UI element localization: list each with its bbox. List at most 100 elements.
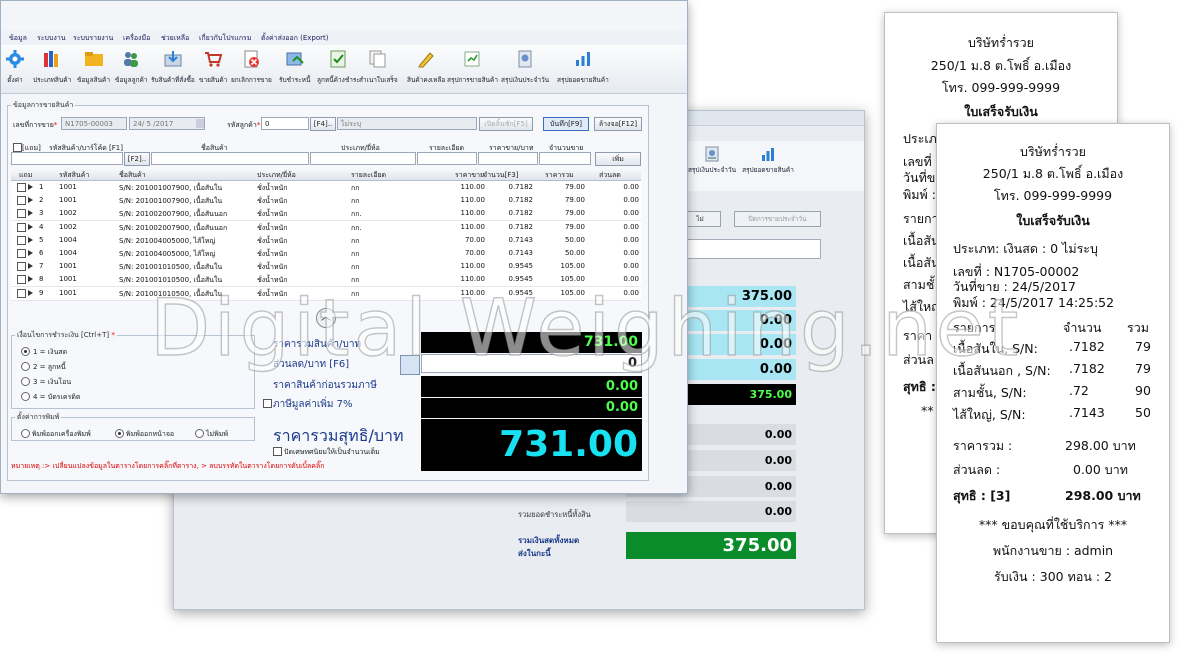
table-row[interactable]: 7 1001 S/N: 201001010500, เนื้อสันใน ชั่งน้…	[11, 260, 641, 275]
receipt-back-line: สุทธิ :	[903, 379, 936, 394]
row-freebie-checkbox[interactable]	[17, 288, 26, 298]
table-row[interactable]: 2 1001 S/N: 201001007900, เนื้อสันใน ชั่งน้…	[11, 194, 641, 209]
receipt-item-total: 90	[1135, 383, 1151, 398]
toolbar-sell[interactable]: ขายสินค้า	[199, 49, 227, 85]
customer-label: รหัสลูกค้า*	[227, 121, 261, 129]
cell-total: 79.00	[564, 209, 585, 218]
back-input[interactable]	[679, 239, 821, 259]
toolbar-receive-payment[interactable]: รับชำระหนี้	[279, 49, 310, 85]
col-qty: จำนวน[F3]	[483, 171, 519, 179]
payment-transfer-radio[interactable]	[21, 377, 30, 386]
toolbar-daily-cash[interactable]: สรุปเงินประจำวัน	[684, 145, 740, 174]
customer-lookup-button[interactable]: [F4]..	[310, 117, 336, 131]
row-freebie-checkbox[interactable]	[17, 222, 26, 232]
print-screen-radio[interactable]	[115, 429, 124, 438]
date-field[interactable]: 24/ 5 /2017	[129, 117, 205, 130]
barcode-input[interactable]	[11, 152, 123, 165]
row-freebie-checkbox[interactable]	[17, 235, 26, 245]
table-row[interactable]: 6 1004 S/N: 201004005000, ไส้ใหญ่ ชั่งน้ำหน…	[11, 247, 641, 261]
cell-code: 1001	[59, 196, 77, 205]
folder-icon	[84, 52, 103, 66]
row-freebie-checkbox[interactable]	[17, 275, 26, 285]
receipt-discount-value: 0.00 บาท	[1073, 462, 1128, 477]
open-drawer-button[interactable]: เปิดลิ้นชัก[F5]	[479, 117, 533, 131]
col-name: ชื่อสินค้า	[119, 171, 146, 179]
cell-name: S/N: 201001010500, เนื้อสันใน	[119, 263, 223, 272]
menu-data[interactable]: ข้อมูล	[9, 33, 27, 44]
cell-n: 1	[39, 183, 44, 191]
menu-about[interactable]: เกี่ยวกับโปรแกรม	[199, 33, 251, 44]
cell-disc: 0.00	[623, 222, 639, 231]
toolbar-label: สรุปเงินประจำวัน	[687, 166, 737, 174]
col-discount: ส่วนลด	[599, 171, 621, 179]
receipt-items-header-qty: จำนวน	[1063, 320, 1102, 335]
vat-checkbox[interactable]	[263, 399, 272, 408]
customer-field[interactable]: 0	[261, 117, 309, 130]
toolbar-product-data[interactable]: ข้อมูลสินค้า	[77, 49, 110, 85]
cell-qty: 0.7143	[508, 249, 534, 257]
toolbar-debtors[interactable]: ลูกหนี้ค้างชำระ	[317, 49, 360, 85]
freebie-checkbox[interactable]	[13, 143, 22, 152]
print-none-radio[interactable]	[195, 429, 204, 438]
cell-n: 7	[39, 262, 44, 271]
product-detail-input[interactable]	[417, 152, 477, 165]
payment-debt-radio[interactable]	[21, 362, 30, 371]
toolbar-product-type[interactable]: ประเภทสินค้า	[33, 49, 71, 85]
cell-n: 5	[39, 235, 44, 244]
cell-qty: 0.7182	[508, 196, 534, 205]
round-checkbox[interactable]	[273, 447, 282, 456]
vat-label: ภาษีมูลค่าเพิ่ม 7%	[273, 399, 353, 410]
price-input[interactable]	[478, 152, 538, 165]
toolbar-sales-report[interactable]: สรุปการขายสินค้า	[447, 49, 498, 85]
cell-code: 1002	[59, 222, 77, 231]
menu-tools[interactable]: เครื่องมือ	[123, 33, 150, 44]
receipt-back-title: ใบเสร็จรับเงิน	[964, 104, 1038, 119]
receipt-item-name: สามชั้น, S/N:	[953, 385, 1027, 400]
table-row[interactable]: 4 1002 S/N: 201002007900, เนื้อสันนอก ชั่งน…	[11, 220, 641, 235]
toolbar-customer-data[interactable]: ข้อมูลลูกค้า	[115, 49, 148, 85]
qty-input[interactable]	[539, 152, 591, 165]
close-day-button[interactable]: ปิดการขายประจำวัน	[734, 211, 821, 227]
toolbar-receive-order[interactable]: รับสินค้าที่สั่งซื้อ	[151, 49, 195, 85]
menu-export[interactable]: ตั้งค่าส่งออก (Export)	[261, 33, 329, 44]
table-row[interactable]: 1 1001 S/N: 201001007900, เนื้อสันใน ชั่งน้…	[11, 181, 641, 195]
toolbar-receipt-copy[interactable]: สำเนาใบเสร็จ	[359, 49, 398, 85]
customer-name-field[interactable]: ไม่ระบุ	[337, 117, 477, 130]
cell-qty: 0.7182	[508, 183, 534, 191]
toolbar-daily-cash-main[interactable]: สรุปเงินประจำวัน	[501, 49, 549, 85]
save-button[interactable]: บันทึก[F9]	[543, 117, 589, 131]
toolbar-cancel-sale[interactable]: ยกเลิกการขาย	[231, 49, 272, 85]
table-row[interactable]: 3 1002 S/N: 201002007900, เนื้อสันนอก ชั่งน…	[11, 207, 641, 222]
row-freebie-checkbox[interactable]	[17, 249, 26, 258]
table-row[interactable]: 5 1004 S/N: 201004005000, ไส้ใหญ่ ชั่งน้ำหน…	[11, 233, 641, 248]
toolbar-product-summary[interactable]: สรุปยอดขายสินค้า	[557, 49, 609, 85]
cell-price: 110.00	[460, 275, 486, 284]
toolbar-stock[interactable]: สินค้าคงเหลือ	[407, 49, 445, 85]
cell-price: 110.00	[460, 222, 486, 231]
payment-cash-radio[interactable]	[21, 347, 30, 356]
cell-type: ชั่งน้ำหนัก	[257, 184, 288, 192]
payment-credit-radio[interactable]	[21, 392, 30, 401]
product-name-input[interactable]	[151, 152, 309, 165]
cell-detail: กก	[351, 197, 360, 206]
product-type-input[interactable]	[310, 152, 416, 165]
cell-name: S/N: 201001007900, เนื้อสันใน	[119, 197, 223, 206]
row-freebie-checkbox[interactable]	[17, 209, 26, 219]
menu-system[interactable]: ระบบงาน	[37, 33, 66, 44]
product-lookup-button[interactable]: [F2]..	[124, 152, 150, 166]
row-freebie-checkbox[interactable]	[17, 183, 26, 192]
invoice-field[interactable]: N1705-00003	[61, 117, 127, 130]
menu-help[interactable]: ช่วยเหลือ	[161, 33, 189, 44]
toolbar-sales-summary[interactable]: สรุปยอดขายสินค้า	[740, 145, 796, 174]
row-freebie-checkbox[interactable]	[17, 262, 26, 272]
menu-reports[interactable]: ระบบรายงาน	[73, 33, 113, 44]
row-freebie-checkbox[interactable]	[17, 196, 26, 206]
add-button[interactable]: เพิ่ม	[595, 152, 641, 166]
users-icon	[124, 52, 139, 67]
print-printer-radio[interactable]	[21, 429, 30, 438]
clear-screen-button[interactable]: ล้างจอ[F12]	[594, 117, 642, 131]
chevron-down-icon[interactable]	[196, 119, 204, 128]
cash-report-icon	[705, 146, 719, 162]
cell-qty: 0.7143	[508, 235, 534, 244]
toolbar-settings[interactable]: ตั้งค่า	[5, 49, 25, 85]
